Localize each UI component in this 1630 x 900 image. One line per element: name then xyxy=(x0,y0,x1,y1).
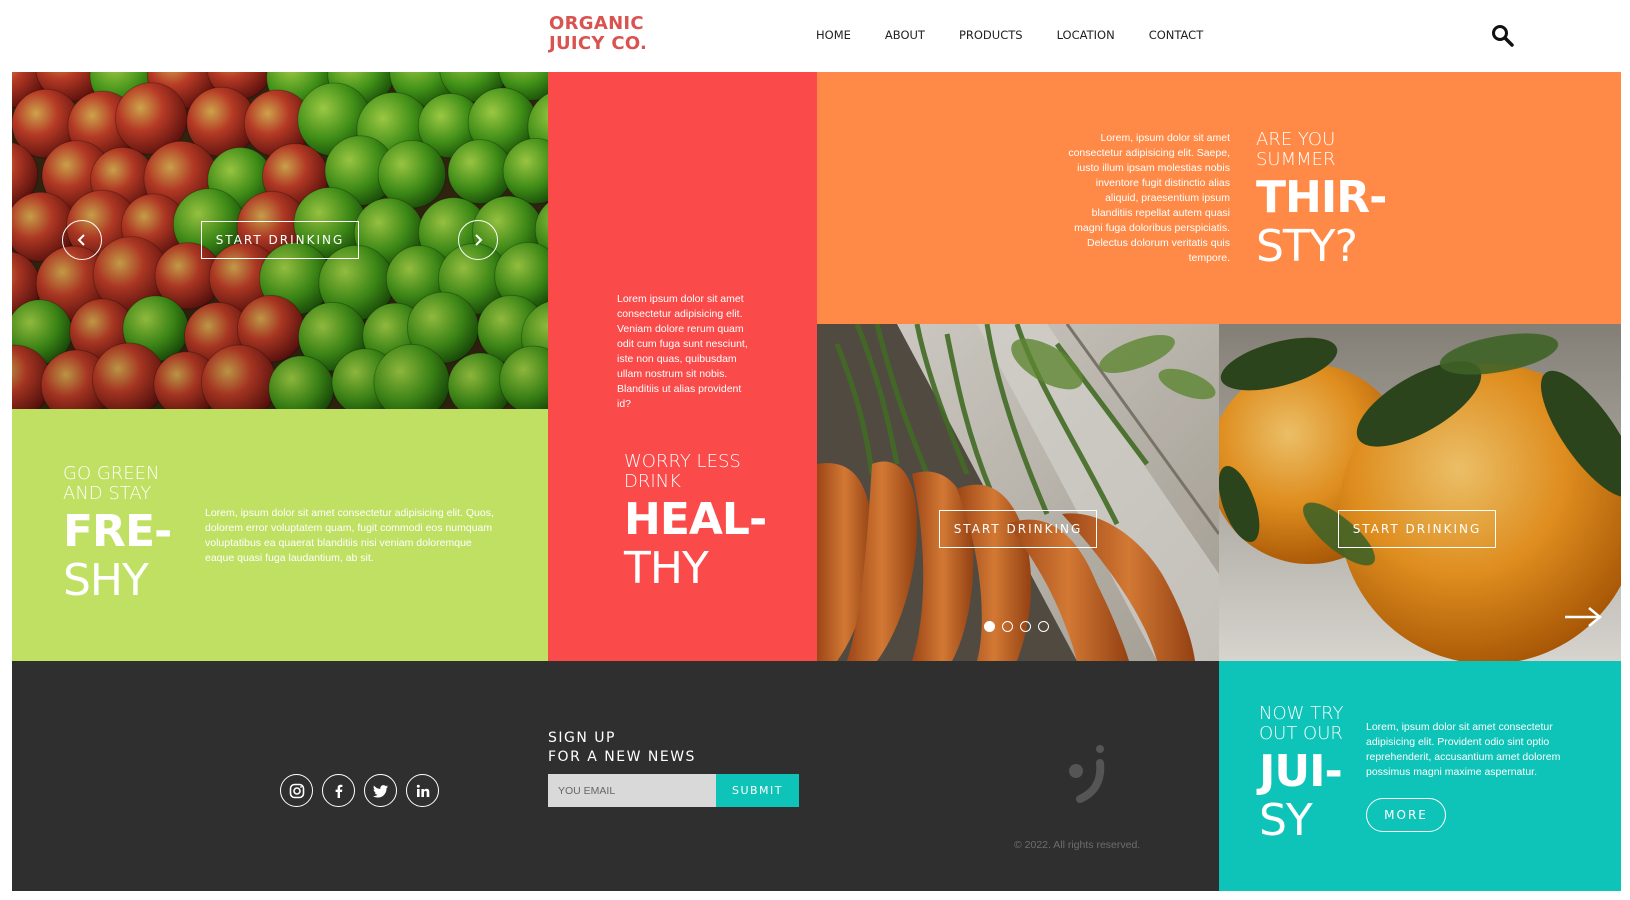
fresh-section: GO GREEN AND STAY FRE- SHY Lorem, ipsum … xyxy=(12,409,548,661)
facebook-icon xyxy=(335,784,342,798)
hero-apples-photo: START DRINKING xyxy=(12,72,548,409)
nav-products[interactable]: PRODUCTS xyxy=(959,28,1023,42)
fresh-heading-1: FRE- xyxy=(63,506,172,557)
healthy-body: Lorem ipsum dolor sit amet consectetur a… xyxy=(617,293,748,410)
thirsty-section: Lorem, ipsum dolor sit amet consectetur … xyxy=(817,72,1621,324)
submit-button[interactable]: SUBMIT xyxy=(716,774,799,807)
healthy-kicker-1: WORRY LESS xyxy=(624,451,741,472)
logo[interactable]: ORGANIC JUICY CO. xyxy=(549,14,647,54)
fresh-kicker-2: AND STAY xyxy=(63,483,152,504)
nav-contact[interactable]: CONTACT xyxy=(1149,28,1204,42)
fresh-kicker-1: GO GREEN xyxy=(63,463,160,484)
thirsty-heading-2: STY? xyxy=(1256,221,1358,272)
carrots-photo: START DRINKING xyxy=(817,324,1219,661)
thirsty-kicker-1: ARE YOU xyxy=(1256,129,1336,150)
logo-line-2: JUICY CO. xyxy=(549,33,648,54)
juicy-heading-1: JUI- xyxy=(1259,746,1343,797)
thirsty-kicker-2: SUMMER xyxy=(1256,149,1336,170)
twitter-button[interactable] xyxy=(364,774,397,807)
linkedin-button[interactable] xyxy=(406,774,439,807)
linkedin-icon xyxy=(416,784,429,797)
healthy-kicker-2: DRINK xyxy=(624,471,681,492)
thirsty-heading-1: THIR- xyxy=(1256,172,1387,223)
oranges-photo: START DRINKING xyxy=(1219,324,1621,661)
carrots-image xyxy=(817,324,1219,661)
nav-about[interactable]: ABOUT xyxy=(885,28,925,42)
signup-title-1: SIGN UP xyxy=(548,730,616,746)
search-icon[interactable] xyxy=(1490,23,1516,49)
fresh-body: Lorem, ipsum dolor sit amet consectetur … xyxy=(205,507,494,564)
oranges-image xyxy=(1219,324,1621,661)
carousel-dot-4[interactable] xyxy=(1038,621,1049,632)
slider-next-button[interactable] xyxy=(458,220,498,260)
site-header: ORGANIC JUICY CO. HOME ABOUT PRODUCTS LO… xyxy=(0,0,1630,72)
chevron-right-icon xyxy=(475,234,483,246)
carousel-dots xyxy=(984,621,1049,632)
footer: SIGN UP FOR A NEW NEWS SUBMIT © 2022. Al… xyxy=(12,661,1219,891)
healthy-heading-1: HEAL- xyxy=(624,494,767,545)
carousel-dot-3[interactable] xyxy=(1020,621,1031,632)
facebook-button[interactable] xyxy=(322,774,355,807)
healthy-heading-2: THY xyxy=(624,543,709,594)
juicy-body: Lorem, ipsum dolor sit amet consectetur … xyxy=(1366,721,1561,778)
carousel-dot-1[interactable] xyxy=(984,621,995,632)
instagram-icon xyxy=(289,783,304,798)
logo-line-1: ORGANIC xyxy=(549,13,644,34)
more-button[interactable]: MORE xyxy=(1366,798,1446,832)
arrow-right-icon[interactable] xyxy=(1563,605,1603,629)
signup-title-2: FOR A NEW NEWS xyxy=(548,749,696,765)
thirsty-body: Lorem, ipsum dolor sit amet consectetur … xyxy=(1068,132,1230,264)
twitter-icon xyxy=(372,784,388,797)
slider-prev-button[interactable] xyxy=(62,220,102,260)
instagram-button[interactable] xyxy=(280,774,313,807)
juicy-section: NOW TRY OUT OUR JUI- SY Lorem, ipsum dol… xyxy=(1219,661,1621,891)
oranges-start-drinking-button[interactable]: START DRINKING xyxy=(1338,510,1496,548)
healthy-section: Lorem ipsum dolor sit amet consectetur a… xyxy=(548,72,817,661)
main-nav: HOME ABOUT PRODUCTS LOCATION CONTACT xyxy=(816,28,1237,42)
juicy-heading-2: SY xyxy=(1259,795,1313,846)
juicy-kicker-2: OUT OUR xyxy=(1259,723,1343,744)
chevron-left-icon xyxy=(77,234,85,246)
email-input[interactable] xyxy=(548,774,716,807)
nav-location[interactable]: LOCATION xyxy=(1057,28,1115,42)
hero-start-drinking-button[interactable]: START DRINKING xyxy=(201,221,359,259)
nav-home[interactable]: HOME xyxy=(816,28,851,42)
juicy-kicker-1: NOW TRY xyxy=(1259,703,1344,724)
carrots-start-drinking-button[interactable]: START DRINKING xyxy=(939,510,1097,548)
carousel-dot-2[interactable] xyxy=(1002,621,1013,632)
copyright: © 2022. All rights reserved. xyxy=(1014,839,1141,851)
fresh-heading-2: SHY xyxy=(63,555,149,606)
brand-mark-icon xyxy=(1062,741,1110,805)
